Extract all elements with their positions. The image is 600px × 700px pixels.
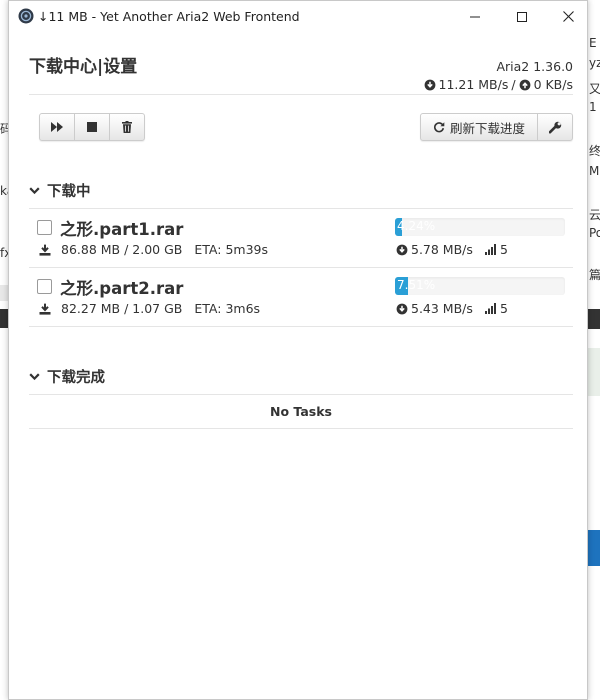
nav-settings[interactable]: 设置 [103, 57, 137, 77]
background-window-left: 码 ka fx [0, 0, 14, 700]
task-meta: 86.88 MB / 2.00 GB ETA: 5m39s [39, 242, 268, 257]
task-progress-bar: 7.51% [395, 277, 565, 295]
task-meta: 82.27 MB / 1.07 GB ETA: 3m6s [39, 301, 260, 316]
upload-speed-icon [519, 79, 530, 90]
bg-text: Po [589, 226, 600, 240]
progress-text: 4.24% [397, 219, 436, 233]
section-divider [29, 394, 573, 395]
upload-speed: 0 KB/s [533, 77, 573, 92]
bg-text: E [589, 36, 597, 50]
global-speed: 11.21 MB/s / 0 KB/s [424, 77, 573, 92]
task-checkbox[interactable] [37, 220, 52, 235]
bg-text: 又 [589, 82, 600, 96]
bg-text: yz [589, 56, 600, 70]
download-speed-icon [396, 244, 408, 255]
task-row[interactable]: 之形.part1.rar 86.88 MB / 2.00 GB ETA: 5m3… [29, 209, 573, 267]
play-icon [51, 122, 63, 132]
refresh-action-group: 刷新下载进度 [420, 113, 573, 141]
trash-icon [122, 121, 132, 133]
title-bar[interactable]: ↓11 MB - Yet Another Aria2 Web Frontend [9, 1, 587, 32]
bg-block [588, 309, 600, 329]
settings-button[interactable] [538, 114, 572, 140]
task-size: 82.27 MB / 1.07 GB [61, 301, 183, 316]
close-icon [562, 11, 574, 22]
row-divider [29, 326, 573, 327]
background-window-right: E yz 又 1 终 M 云 Po 篇 [588, 0, 600, 700]
section-downloading-toggle[interactable]: 下载中 [29, 180, 91, 201]
delete-button[interactable] [110, 114, 144, 140]
bg-text: 云 [589, 208, 600, 222]
maximize-button[interactable] [499, 1, 545, 32]
minimize-icon [470, 16, 480, 17]
task-connections-value: 5 [500, 301, 508, 316]
task-row[interactable]: 之形.part2.rar 82.27 MB / 1.07 GB ETA: 3m6… [29, 268, 573, 326]
task-connections: 5 [485, 242, 508, 257]
bg-block [0, 309, 8, 328]
stop-button[interactable] [75, 114, 110, 140]
task-connections: 5 [485, 301, 508, 316]
nav-download-center[interactable]: 下载中心 [29, 57, 97, 77]
progress-text: 7.51% [397, 278, 436, 292]
section-downloading-title: 下载中 [47, 184, 91, 200]
refresh-label: 刷新下载进度 [449, 120, 525, 136]
signal-icon [485, 244, 496, 255]
task-eta: ETA: 3m6s [194, 301, 261, 316]
task-checkbox[interactable] [37, 279, 52, 294]
bg-text: 篇 [589, 268, 600, 282]
task-name[interactable]: 之形.part2.rar [60, 275, 183, 299]
task-progress-bar: 4.24% [395, 218, 565, 236]
task-speed: 5.78 MB/s [396, 242, 473, 257]
bg-block [0, 285, 8, 301]
close-button[interactable] [545, 1, 587, 32]
bg-text: M [589, 164, 600, 178]
task-eta: ETA: 5m39s [194, 242, 268, 257]
task-connections-value: 5 [500, 242, 508, 257]
start-button[interactable] [40, 114, 75, 140]
refresh-icon [433, 122, 445, 133]
empty-state-text: No Tasks [270, 404, 332, 419]
chevron-down-icon [29, 372, 40, 380]
aria2-version: Aria2 1.36.0 [496, 59, 573, 74]
page-title: 下载中心|设置 [29, 52, 137, 77]
task-speed-value: 5.43 MB/s [411, 301, 473, 316]
task-speed-value: 5.78 MB/s [411, 242, 473, 257]
task-speed: 5.43 MB/s [396, 301, 473, 316]
bg-block [588, 530, 600, 566]
download-speed-icon [424, 79, 435, 90]
speed-separator: / [511, 77, 516, 92]
window-title: ↓11 MB - Yet Another Aria2 Web Frontend [38, 9, 300, 24]
app-logo-icon [18, 8, 34, 24]
download-icon [39, 244, 51, 256]
refresh-button[interactable]: 刷新下载进度 [421, 114, 538, 140]
maximize-icon [517, 11, 527, 22]
download-speed: 11.21 MB/s [438, 77, 509, 92]
section-completed-title: 下载完成 [47, 370, 105, 386]
signal-icon [485, 303, 496, 314]
task-name[interactable]: 之形.part1.rar [60, 216, 183, 240]
task-size: 86.88 MB / 2.00 GB [61, 242, 183, 257]
section-completed-toggle[interactable]: 下载完成 [29, 366, 105, 387]
chevron-down-icon [29, 186, 40, 194]
bg-text: 终 [589, 144, 600, 158]
download-speed-icon [396, 303, 408, 314]
bg-text: 1 [589, 100, 597, 114]
minimize-button[interactable] [452, 1, 498, 32]
header-divider [29, 94, 573, 95]
task-action-group [39, 113, 145, 141]
section-divider [29, 428, 573, 429]
bg-block [588, 348, 600, 396]
app-window: ↓11 MB - Yet Another Aria2 Web Frontend … [8, 0, 588, 700]
wrench-icon [548, 121, 561, 133]
stop-icon [87, 122, 97, 132]
download-icon [39, 303, 51, 315]
